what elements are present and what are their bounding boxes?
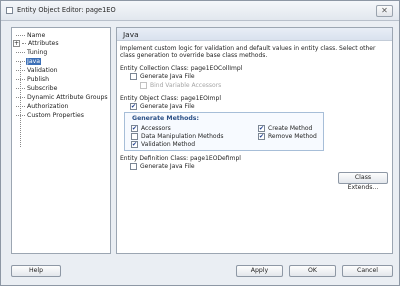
- checkbox-box[interactable]: [130, 163, 137, 170]
- nav-item-subscribe[interactable]: Subscribe: [16, 84, 58, 92]
- panel-header: Java: [117, 28, 392, 41]
- collection-class-label: Entity Collection Class: page1EOCollImpl: [120, 65, 243, 72]
- expand-icon[interactable]: +: [13, 39, 20, 47]
- definition-generate-checkbox[interactable]: Generate Java File: [130, 163, 195, 170]
- checkbox-label: Validation Method: [141, 141, 196, 148]
- nav-item-custom-properties[interactable]: Custom Properties: [16, 111, 85, 119]
- nav-item-label: Validation: [27, 66, 58, 74]
- nav-item-attributes[interactable]: + Attributes: [13, 39, 60, 47]
- help-button[interactable]: Help: [11, 265, 61, 277]
- checkbox-box[interactable]: ✔: [258, 133, 265, 140]
- definition-class-label: Entity Definition Class: page1EODefImpl: [120, 155, 241, 162]
- class-extends-button[interactable]: Class Extends...: [338, 172, 388, 191]
- nav-item-label: Publish: [27, 75, 50, 83]
- checkbox-label: Bind Variable Accessors: [150, 82, 222, 89]
- checkbox-label: Generate Java File: [140, 163, 195, 170]
- nav-item-tuning[interactable]: Tuning: [16, 48, 48, 56]
- cancel-button[interactable]: Cancel: [342, 265, 393, 277]
- generate-methods-title: Generate Methods:: [132, 115, 199, 122]
- checkbox-box[interactable]: ✔: [131, 141, 138, 148]
- nav-item-dynamic-attribute-groups[interactable]: Dynamic Attribute Groups: [16, 93, 109, 101]
- checkbox-label: Data Manipulation Methods: [141, 133, 224, 140]
- checkbox-box[interactable]: ✔: [258, 125, 265, 132]
- collection-generate-checkbox[interactable]: Generate Java File: [130, 73, 195, 80]
- nav-item-validation[interactable]: Validation: [16, 66, 59, 74]
- object-generate-checkbox[interactable]: ✔ Generate Java File: [130, 103, 195, 110]
- nav-item-publish[interactable]: Publish: [16, 75, 50, 83]
- checkbox-box[interactable]: [130, 73, 137, 80]
- panel-description: Implement custom logic for validation an…: [120, 45, 376, 60]
- object-class-label: Entity Object Class: page1EOImpl: [120, 95, 221, 102]
- validation-method-checkbox[interactable]: ✔ Validation Method: [131, 141, 195, 148]
- nav-item-label: Tuning: [27, 48, 48, 56]
- checkbox-box: [140, 82, 147, 89]
- checkbox-label: Create Method: [268, 125, 313, 132]
- checkbox-label: Generate Java File: [140, 103, 195, 110]
- nav-item-label: Java: [26, 57, 42, 65]
- ok-button[interactable]: OK: [289, 265, 336, 277]
- nav-item-label: Attributes: [28, 39, 59, 47]
- nav-item-label: Authorization: [27, 102, 69, 110]
- apply-button[interactable]: Apply: [236, 265, 283, 277]
- checkbox-box[interactable]: ✔: [131, 125, 138, 132]
- close-button[interactable]: ✕: [376, 5, 393, 17]
- nav-item-label: Subscribe: [27, 84, 58, 92]
- navigation-tree: Name + Attributes Tuning Java Validation …: [11, 27, 111, 254]
- generate-methods-group: Generate Methods: ✔ Accessors Data Manip…: [124, 112, 324, 151]
- nav-item-label: Custom Properties: [27, 111, 84, 119]
- window-title: Entity Object Editor: page1EO: [17, 6, 116, 14]
- checkbox-box[interactable]: [131, 133, 138, 140]
- app-icon: [6, 7, 13, 14]
- remove-method-checkbox[interactable]: ✔ Remove Method: [258, 133, 317, 140]
- checkbox-label: Generate Java File: [140, 73, 195, 80]
- nav-item-authorization[interactable]: Authorization: [16, 102, 69, 110]
- nav-item-label: Dynamic Attribute Groups: [27, 93, 108, 101]
- entity-object-editor-dialog: Entity Object Editor: page1EO ✕ Name + At…: [0, 0, 400, 286]
- nav-item-name[interactable]: Name: [16, 31, 46, 39]
- panel-title: Java: [123, 30, 139, 39]
- data-manipulation-methods-checkbox[interactable]: Data Manipulation Methods: [131, 133, 224, 140]
- java-panel: Java Implement custom logic for validati…: [116, 27, 393, 254]
- create-method-checkbox[interactable]: ✔ Create Method: [258, 125, 312, 132]
- checkbox-box[interactable]: ✔: [130, 103, 137, 110]
- checkbox-label: Accessors: [141, 125, 171, 132]
- bind-variable-accessors-checkbox: Bind Variable Accessors: [140, 82, 221, 89]
- accessors-checkbox[interactable]: ✔ Accessors: [131, 125, 171, 132]
- title-bar: Entity Object Editor: page1EO ✕: [1, 1, 399, 21]
- nav-item-label: Name: [27, 31, 46, 39]
- checkbox-label: Remove Method: [268, 133, 317, 140]
- nav-item-java[interactable]: Java: [16, 57, 42, 65]
